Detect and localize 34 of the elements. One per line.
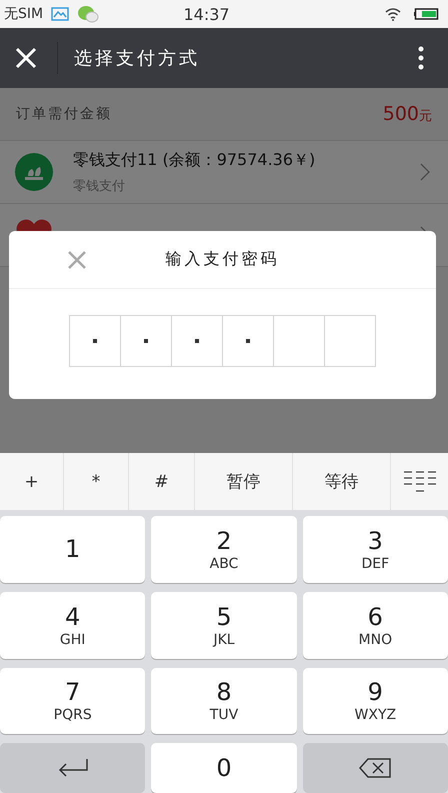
more-icon[interactable] [418, 46, 424, 70]
gallery-icon [51, 7, 70, 21]
keyboard-key[interactable]: # [128, 453, 194, 510]
keyboard-key[interactable]: 8 TUV [151, 668, 297, 734]
keyboard-key[interactable]: 4 GHI [0, 592, 146, 658]
battery-icon [414, 8, 440, 20]
keyboard-collapse-icon[interactable] [402, 470, 436, 494]
screen-title: 选择支付方式 [74, 47, 201, 70]
keyboard-key[interactable]: * [63, 453, 128, 510]
keyboard-key[interactable]: 6 MNO [302, 592, 448, 658]
chat-icon [77, 5, 100, 23]
wallet-icon [15, 153, 53, 191]
carrier-label: 无SIM [4, 5, 44, 23]
keyboard-key[interactable]: 3 DEF [302, 516, 448, 583]
backspace-icon [359, 758, 392, 778]
dialog-title: 输入支付密码 [166, 249, 280, 270]
keyboard-key[interactable]: 暂停 [194, 453, 292, 510]
order-amount: 500元 [382, 103, 432, 125]
keyboard-key[interactable]: 9 WXYZ [302, 668, 448, 734]
keyboard-key[interactable]: + [0, 453, 63, 510]
payment-method-title: 零钱支付11 (余额：97574.36￥) [73, 150, 316, 170]
wifi-icon [384, 7, 402, 21]
payment-method-row[interactable]: 零钱支付11 (余额：97574.36￥) 零钱支付 [0, 141, 448, 204]
payment-method-subtitle: 零钱支付 [73, 178, 126, 194]
keyboard-key[interactable]: 等待 [292, 453, 390, 510]
order-amount-label: 订单需付金额 [16, 105, 112, 123]
clock-time: 14:37 [182, 4, 231, 24]
keyboard-key[interactable]: 2 ABC [151, 516, 297, 583]
keyboard-key[interactable]: 1 [0, 516, 146, 583]
keyboard-key[interactable]: 0 [151, 743, 297, 793]
password-field[interactable] [69, 315, 376, 367]
keyboard-key[interactable]: 5 JKL [151, 592, 297, 658]
keyboard-key[interactable]: 7 PQRS [0, 668, 146, 734]
enter-icon [56, 758, 89, 778]
